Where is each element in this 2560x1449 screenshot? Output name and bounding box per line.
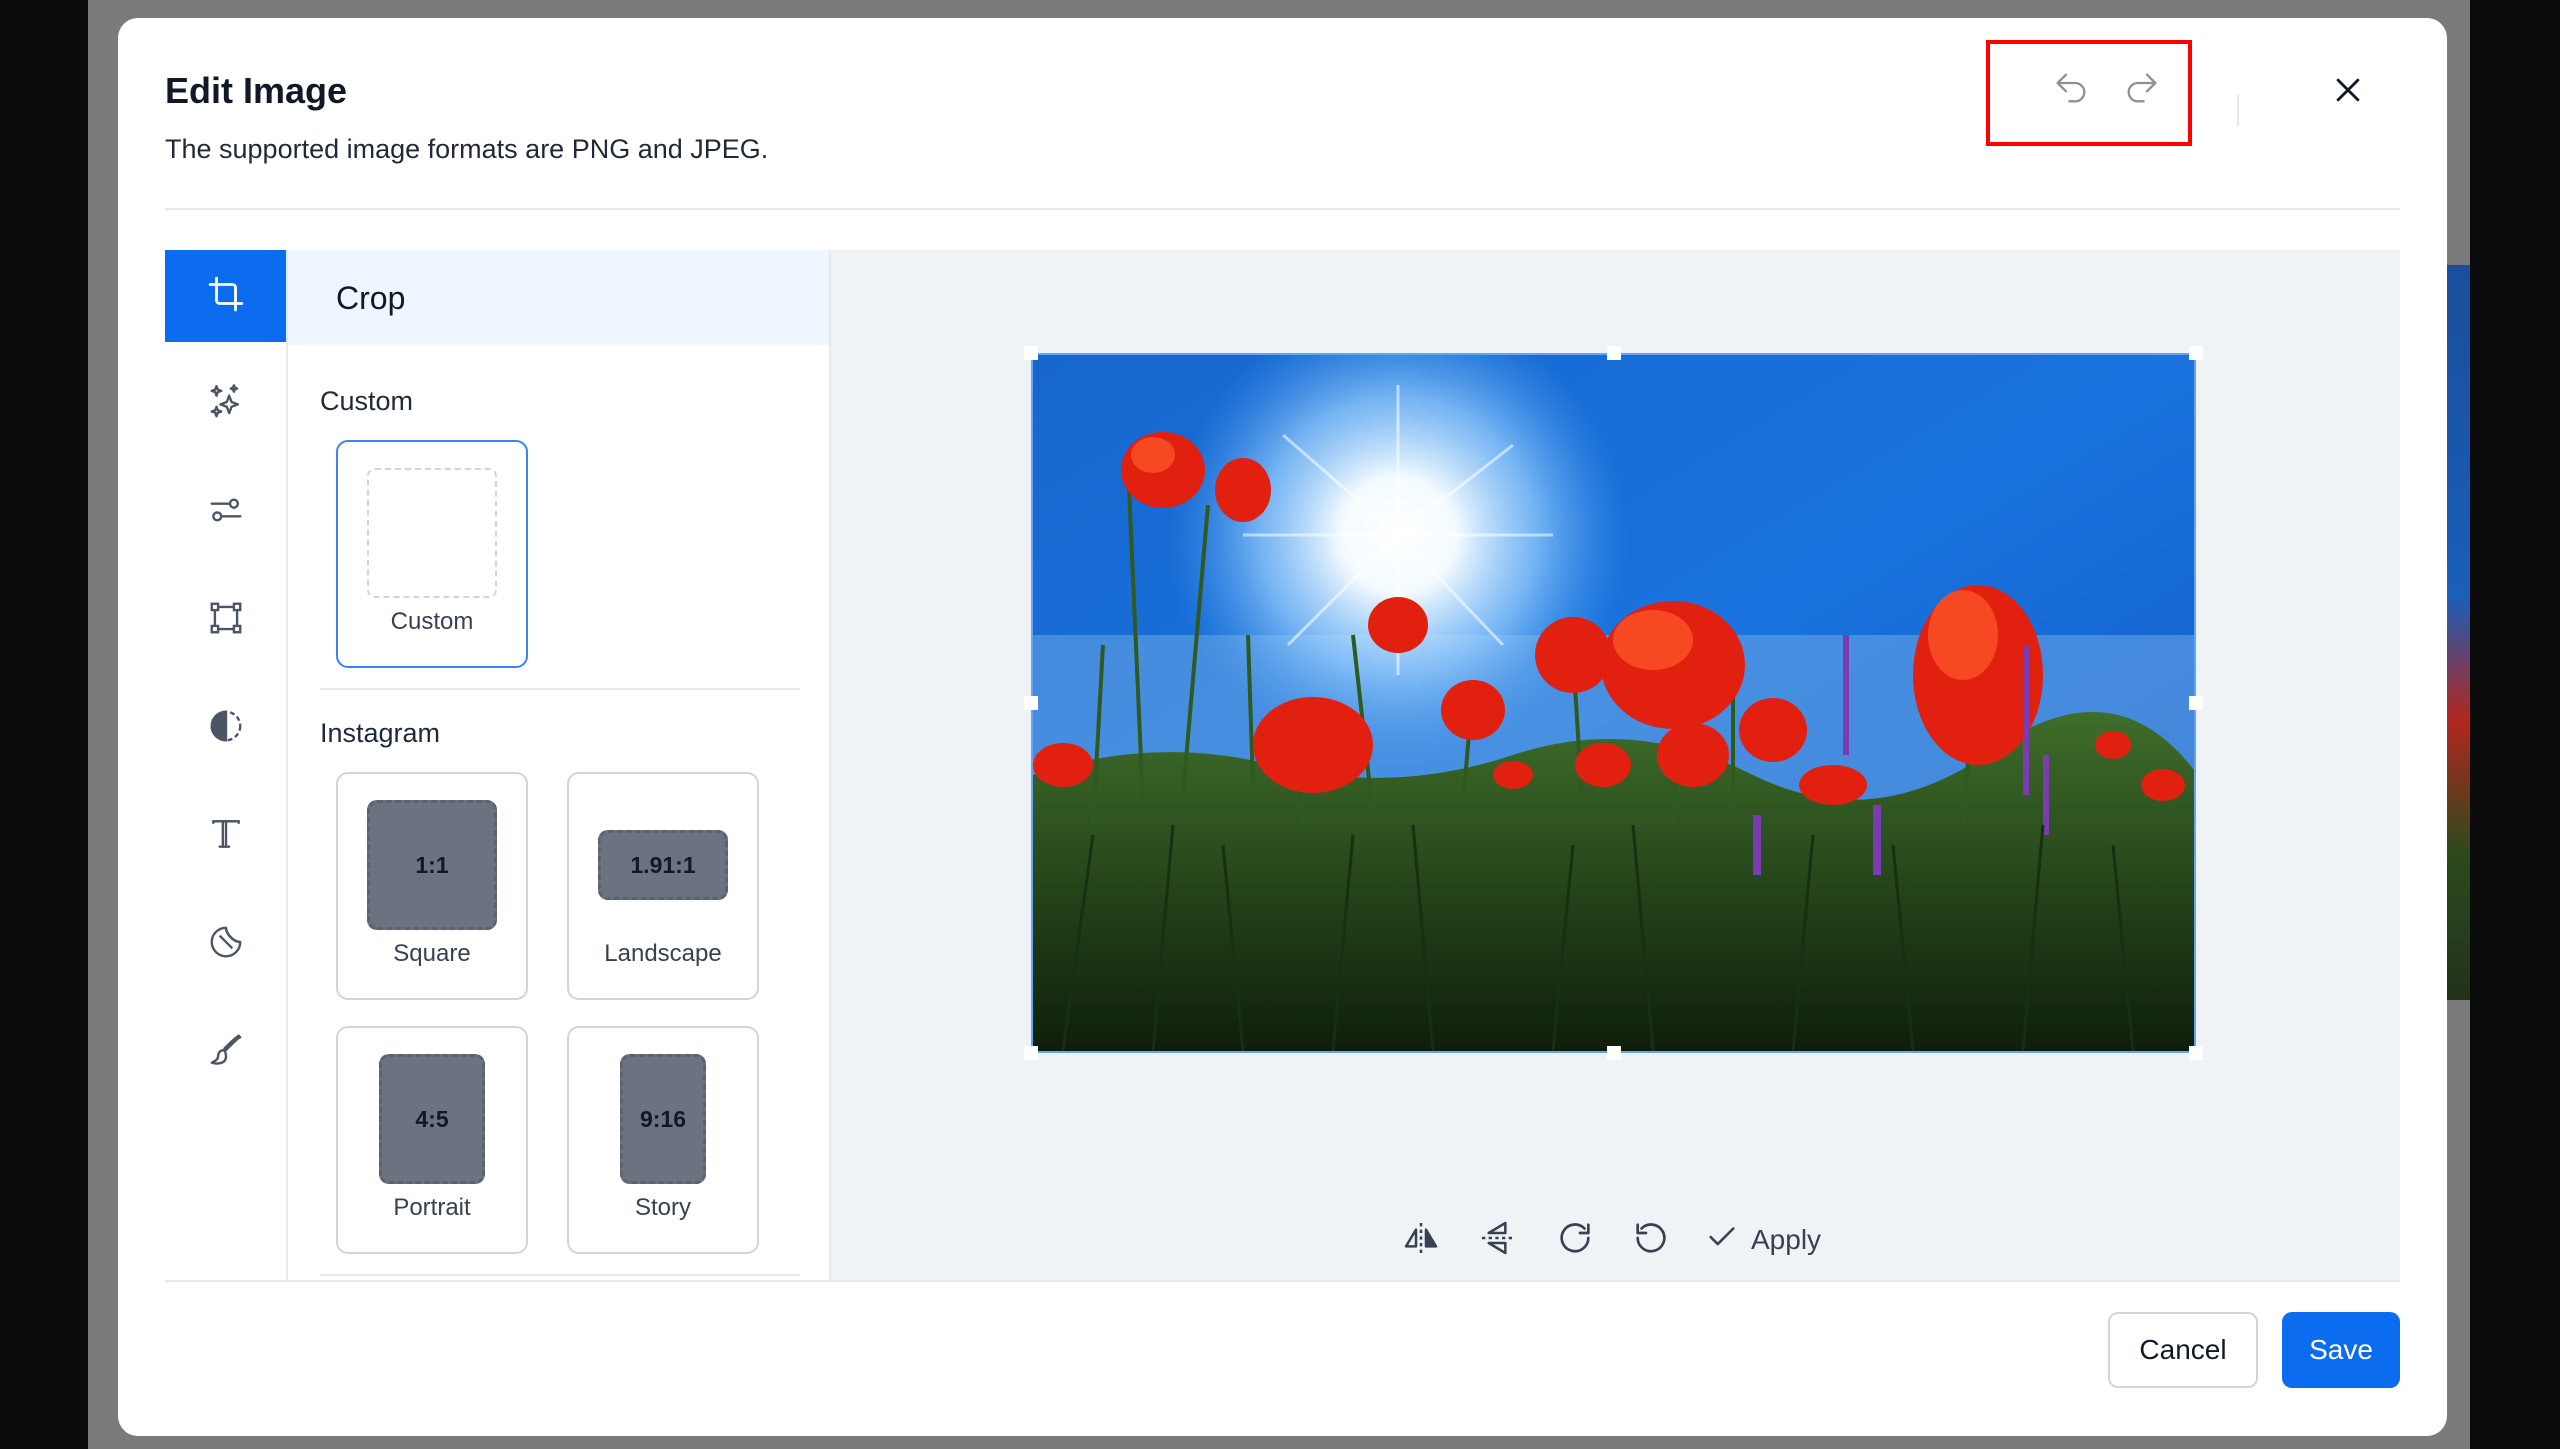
header-divider (2237, 94, 2239, 126)
tool-resize[interactable] (165, 574, 286, 666)
crop-handle[interactable] (2189, 1046, 2203, 1060)
preset-label: Custom (390, 608, 474, 635)
text-icon (207, 815, 245, 858)
apply-label: Apply (1751, 1224, 1822, 1255)
rotate-clockwise-icon (1555, 1218, 1595, 1263)
crop-panel-header: Crop (288, 250, 829, 345)
preset-landscape[interactable]: 1.91:1 Landscape (567, 772, 759, 1000)
crop-panel: Crop Custom Custom Instagram 1:1 Square … (288, 250, 831, 1280)
dialog-title: Edit Image (165, 70, 348, 111)
preset-label: Story (634, 1194, 691, 1221)
edit-image-dialog: Edit Image The supported image formats a… (118, 18, 2447, 1436)
flip-vertical-icon (1477, 1218, 1517, 1263)
check-icon (1705, 1220, 1739, 1261)
undo-icon (2051, 68, 2091, 113)
undo-button[interactable] (2045, 64, 2097, 116)
dialog-subtitle: The supported image formats are PNG and … (165, 134, 769, 164)
preset-landscape-thumbnail: 1.91:1 (598, 830, 728, 900)
cancel-button[interactable]: Cancel (2108, 1312, 2258, 1388)
preset-portrait-thumbnail: 4:5 (379, 1054, 485, 1184)
background-right-strip (2470, 0, 2560, 1449)
brush-icon (207, 1031, 245, 1074)
tool-contrast[interactable] (165, 682, 286, 774)
preset-portrait[interactable]: 4:5 Portrait (336, 1026, 528, 1254)
preset-story-thumbnail: 9:16 (620, 1054, 706, 1184)
crop-handle[interactable] (2189, 696, 2203, 710)
crop-panel-title: Crop (336, 280, 406, 316)
close-icon (2331, 73, 2365, 112)
crop-handle[interactable] (1607, 346, 1621, 360)
sparkles-icon (207, 383, 245, 426)
header-divider-line (165, 208, 2400, 210)
instagram-section-label: Instagram (320, 718, 441, 748)
custom-section-label: Custom (320, 386, 414, 416)
tool-crop[interactable] (165, 250, 286, 342)
close-button[interactable] (2322, 66, 2374, 118)
image-canvas: Apply (831, 250, 2400, 1280)
rotate-counterclockwise-icon (1631, 1218, 1671, 1263)
preset-square[interactable]: 1:1 Square (336, 772, 528, 1000)
save-button[interactable]: Save (2282, 1312, 2400, 1388)
rotate-counterclockwise-button[interactable] (1623, 1212, 1679, 1268)
flip-horizontal-button[interactable] (1393, 1212, 1449, 1268)
contrast-icon (207, 707, 245, 750)
footer-divider (165, 1280, 2400, 1282)
preset-label: Landscape (604, 940, 722, 967)
poppy-field-photo (1033, 355, 2194, 1051)
flip-vertical-button[interactable] (1469, 1212, 1525, 1268)
preset-square-thumbnail: 1:1 (367, 800, 497, 930)
tool-sidebar (165, 250, 288, 1280)
preset-label: Portrait (393, 1194, 471, 1221)
redo-button[interactable] (2116, 64, 2168, 116)
tool-filters[interactable] (165, 358, 286, 450)
flip-horizontal-icon (1401, 1218, 1441, 1263)
transform-icon (207, 599, 245, 642)
crop-icon (207, 275, 245, 318)
sticker-icon (207, 923, 245, 966)
rotate-clockwise-button[interactable] (1547, 1212, 1603, 1268)
section-divider (320, 1274, 800, 1276)
crop-handle[interactable] (2189, 346, 2203, 360)
preset-story[interactable]: 9:16 Story (567, 1026, 759, 1254)
sliders-icon (207, 491, 245, 534)
background-left-strip (0, 0, 88, 1449)
tool-text[interactable] (165, 790, 286, 882)
crop-handle[interactable] (1024, 696, 1038, 710)
preset-label: Square (393, 940, 471, 967)
crop-handle[interactable] (1024, 1046, 1038, 1060)
apply-button[interactable]: Apply (1705, 1212, 1821, 1268)
crop-handle[interactable] (1024, 346, 1038, 360)
crop-handle[interactable] (1607, 1046, 1621, 1060)
preset-custom-thumbnail (367, 468, 497, 598)
redo-icon (2122, 68, 2162, 113)
preset-custom[interactable]: Custom (336, 440, 528, 668)
image-preview[interactable] (1031, 353, 2196, 1053)
section-divider (320, 688, 800, 690)
tool-draw[interactable] (165, 1006, 286, 1098)
tool-stickers[interactable] (165, 898, 286, 990)
tool-adjust[interactable] (165, 466, 286, 558)
